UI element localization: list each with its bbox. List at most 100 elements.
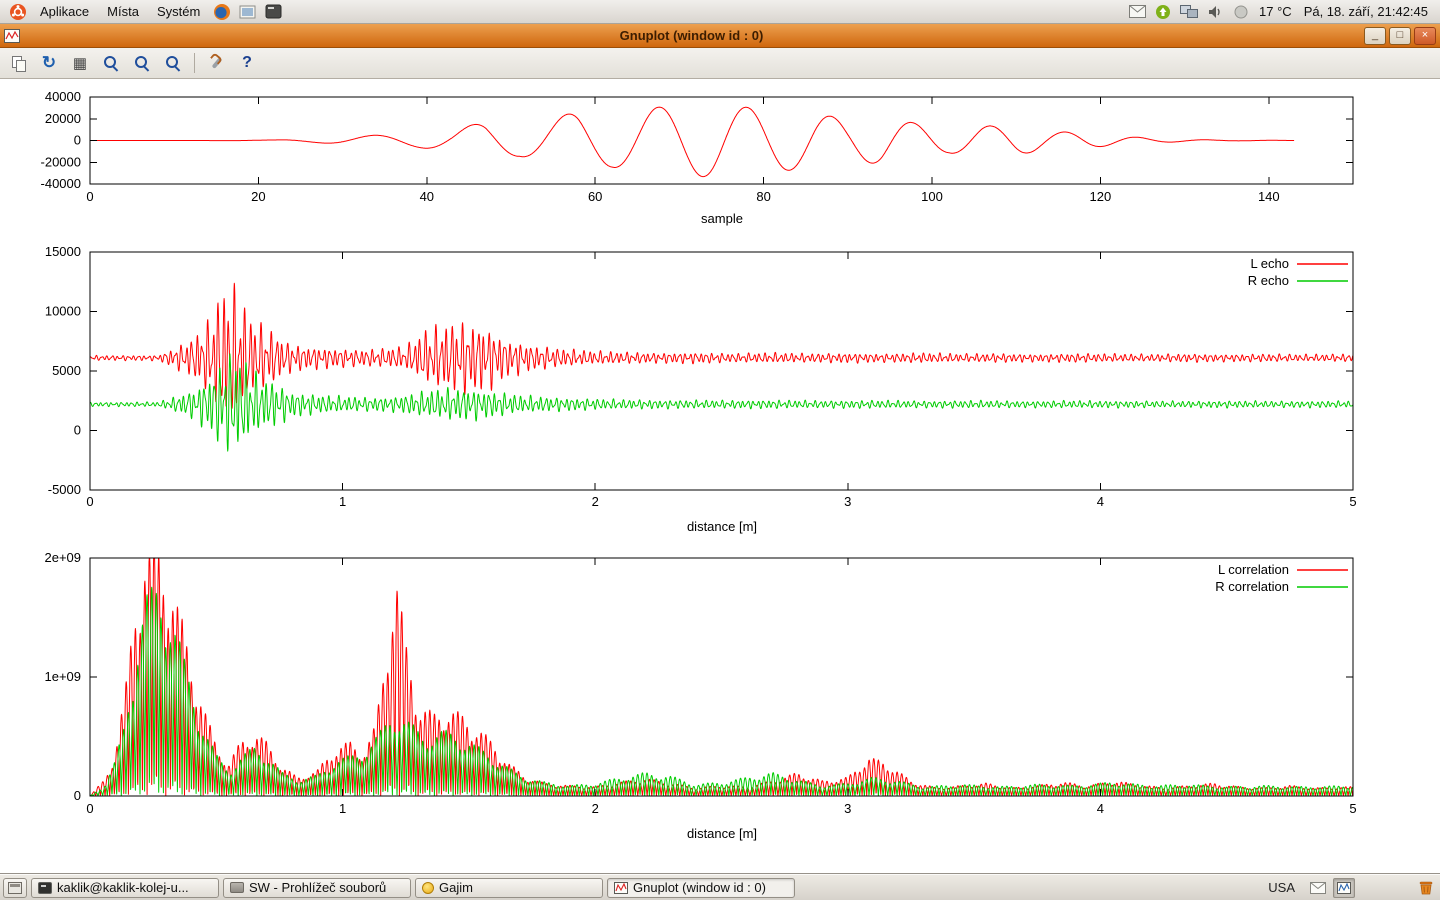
minimize-button[interactable]: _ [1364, 27, 1386, 45]
x-tick-label: 100 [921, 189, 943, 204]
y-tick-label: 10000 [45, 304, 81, 319]
zoom-previous-button[interactable] [101, 53, 121, 73]
taskbar-button-file-manager[interactable]: SW - Prohlížeč souborů [223, 878, 411, 898]
maximize-button[interactable]: □ [1389, 27, 1411, 45]
mail-tray-button[interactable] [1307, 878, 1329, 898]
window-titlebar[interactable]: Gnuplot (window id : 0) _ □ × [0, 24, 1440, 48]
show-desktop-icon [8, 882, 22, 894]
x-tick-label: 1 [339, 494, 346, 509]
x-tick-label: 120 [1090, 189, 1112, 204]
series-line [90, 107, 1294, 177]
gnuplot-toolbar: ↻ ▦ ? [0, 48, 1440, 79]
x-tick-label: 2 [592, 801, 599, 816]
replot-icon: ↻ [42, 53, 56, 73]
x-tick-label: 1 [339, 801, 346, 816]
network-monitor-icon[interactable] [1178, 2, 1200, 22]
series-line [90, 558, 1353, 796]
x-axis-label: distance [m] [687, 826, 757, 841]
x-tick-label: 140 [1258, 189, 1280, 204]
x-axis-label: sample [701, 211, 743, 226]
y-tick-label: 0 [74, 788, 81, 803]
taskbar-button-label: Gnuplot (window id : 0) [633, 880, 766, 895]
configure-button[interactable] [206, 53, 226, 73]
wrench-icon [208, 55, 224, 71]
plot-border [90, 97, 1353, 184]
zoom-next-icon [134, 55, 150, 71]
series-line [90, 283, 1353, 408]
plot-border [90, 558, 1353, 796]
distro-menu-icon[interactable] [7, 2, 29, 22]
x-tick-label: 5 [1349, 801, 1356, 816]
copy-icon [11, 56, 26, 71]
y-tick-label: 20000 [45, 111, 81, 126]
y-tick-label: 0 [74, 133, 81, 148]
show-desktop-button[interactable] [3, 878, 27, 898]
x-tick-label: 40 [420, 189, 434, 204]
taskbar-button-terminal[interactable]: kaklik@kaklik-kolej-u... [31, 878, 219, 898]
x-tick-label: 3 [844, 494, 851, 509]
mail-notification-icon[interactable] [1126, 2, 1148, 22]
taskbar-button-gnuplot[interactable]: Gnuplot (window id : 0) [607, 878, 795, 898]
temperature-indicator[interactable]: 17 °C [1255, 4, 1296, 19]
y-tick-label: 1e+09 [44, 669, 81, 684]
gajim-icon [422, 882, 434, 894]
menu-places[interactable]: Místa [99, 2, 147, 21]
replot-button[interactable]: ↻ [39, 53, 59, 73]
zoom-next-button[interactable] [132, 53, 152, 73]
x-tick-label: 4 [1097, 494, 1104, 509]
help-button[interactable]: ? [237, 53, 257, 73]
legend-label: L echo [1250, 256, 1289, 271]
copy-to-clipboard-button[interactable] [8, 53, 28, 73]
window-title: Gnuplot (window id : 0) [22, 28, 1361, 43]
close-button[interactable]: × [1414, 27, 1436, 45]
taskbar-button-label: Gajim [439, 880, 473, 895]
y-tick-label: 0 [74, 423, 81, 438]
x-tick-label: 80 [756, 189, 770, 204]
help-icon: ? [242, 54, 252, 72]
weather-icon[interactable] [1230, 2, 1252, 22]
top-panel: Aplikace Místa Systém 17 °C Pá, 18. září… [0, 0, 1440, 24]
desktop: Aplikace Místa Systém 17 °C Pá, 18. září… [0, 0, 1440, 900]
y-tick-label: 5000 [52, 363, 81, 378]
x-axis-label: distance [m] [687, 519, 757, 534]
y-tick-label: -20000 [41, 154, 81, 169]
y-tick-label: -5000 [48, 482, 81, 497]
y-tick-label: -40000 [41, 176, 81, 191]
y-tick-label: 2e+09 [44, 550, 81, 565]
chart-correlation[interactable]: 01234501e+092e+09distance [m]L correlati… [0, 550, 1440, 850]
terminal-launcher-icon[interactable] [263, 2, 285, 22]
x-tick-label: 5 [1349, 494, 1356, 509]
legend-label: L correlation [1218, 562, 1289, 577]
trash-icon [1418, 880, 1434, 895]
gnuplot-tray-button[interactable] [1333, 878, 1355, 898]
autoscale-icon [165, 55, 181, 71]
taskbar: kaklik@kaklik-kolej-u... SW - Prohlížeč … [0, 874, 1440, 900]
gnuplot-icon [614, 882, 628, 894]
file-manager-icon [230, 882, 244, 893]
toggle-grid-button[interactable]: ▦ [70, 53, 90, 73]
taskbar-button-label: kaklik@kaklik-kolej-u... [57, 880, 189, 895]
menu-applications[interactable]: Aplikace [32, 2, 97, 21]
plot-area: 020406080100120140-40000-200000200004000… [0, 79, 1440, 874]
update-manager-icon[interactable] [1152, 2, 1174, 22]
x-tick-label: 0 [86, 189, 93, 204]
taskbar-button-label: SW - Prohlížeč souborů [249, 880, 386, 895]
taskbar-button-gajim[interactable]: Gajim [415, 878, 603, 898]
x-tick-label: 0 [86, 494, 93, 509]
keyboard-layout-indicator[interactable]: USA [1260, 880, 1303, 895]
firefox-launcher-icon[interactable] [211, 2, 233, 22]
trash-button[interactable] [1415, 878, 1437, 898]
x-tick-label: 60 [588, 189, 602, 204]
gnuplot-window-icon [4, 28, 22, 44]
chart-tray-icon [1337, 882, 1351, 894]
menu-system[interactable]: Systém [149, 2, 208, 21]
autoscale-button[interactable] [163, 53, 183, 73]
y-tick-label: 40000 [45, 89, 81, 104]
x-tick-label: 0 [86, 801, 93, 816]
grid-icon: ▦ [73, 54, 87, 72]
chart-echo[interactable]: 012345-5000050001000015000distance [m]L … [0, 244, 1440, 544]
chart-sample-waveform[interactable]: 020406080100120140-40000-200000200004000… [0, 87, 1440, 237]
volume-icon[interactable] [1204, 2, 1226, 22]
screenshot-launcher-icon[interactable] [237, 2, 259, 22]
clock[interactable]: Pá, 18. září, 21:42:45 [1298, 4, 1434, 19]
